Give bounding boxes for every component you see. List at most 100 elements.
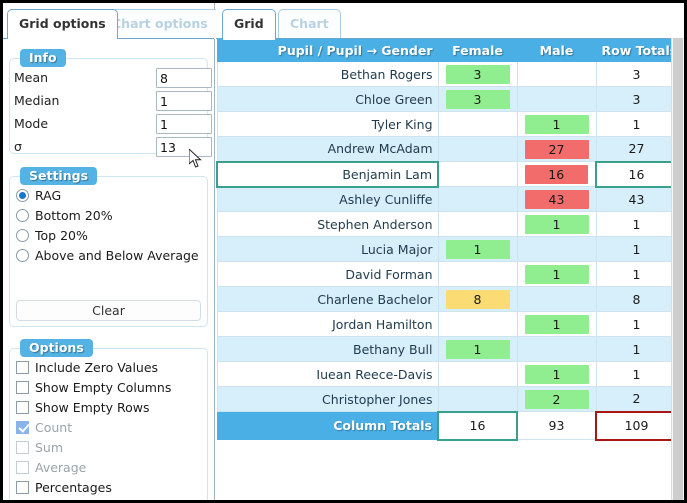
radio-above-below-average[interactable]: Above and Below Average bbox=[10, 245, 207, 265]
cell-row-total[interactable]: 1 bbox=[595, 261, 678, 287]
settings-clear-button[interactable]: Clear bbox=[16, 300, 201, 321]
cell-female[interactable]: 1 bbox=[437, 336, 518, 362]
cell-pupil-name[interactable]: Bethan Rogers bbox=[216, 61, 439, 87]
cell-male[interactable] bbox=[516, 61, 597, 87]
radio-bottom-20-icon[interactable] bbox=[16, 208, 29, 222]
cell-pupil-name[interactable]: Ashley Cunliffe bbox=[216, 186, 439, 212]
cell-row-total[interactable]: 1 bbox=[595, 361, 678, 387]
cell-row-total[interactable]: 3 bbox=[595, 61, 678, 87]
cell-female[interactable]: 3 bbox=[437, 61, 518, 87]
checkbox-show-empty-rows[interactable]: Show Empty Rows bbox=[10, 397, 207, 417]
cell-male[interactable]: 43 bbox=[516, 186, 597, 212]
grid-scrollbar-thumb[interactable] bbox=[673, 38, 683, 500]
cell-male[interactable]: 1 bbox=[516, 261, 597, 287]
checkbox-include-zero-values-icon[interactable] bbox=[16, 360, 29, 374]
median-input[interactable] bbox=[156, 91, 212, 111]
cell-female[interactable] bbox=[437, 111, 518, 137]
column-header-male[interactable]: Male bbox=[516, 39, 597, 62]
tab-grid[interactable]: Grid bbox=[222, 9, 276, 40]
checkbox-show-empty-rows-icon[interactable] bbox=[16, 400, 29, 414]
cell-female[interactable] bbox=[437, 386, 518, 412]
table-row: Andrew McAdam 27 27 bbox=[216, 136, 678, 162]
info-row-median: Median bbox=[10, 90, 212, 113]
cell-pupil-name[interactable]: Charlene Bachelor bbox=[216, 286, 439, 312]
cell-row-total[interactable]: 27 bbox=[595, 136, 678, 162]
cell-pupil-name[interactable]: Tyler King bbox=[216, 111, 439, 137]
cell-male[interactable]: 27 bbox=[516, 136, 597, 162]
checkbox-sum-label: Sum bbox=[35, 439, 64, 455]
cell-male[interactable]: 1 bbox=[516, 211, 597, 237]
checkbox-show-empty-rows-label: Show Empty Rows bbox=[35, 399, 150, 415]
tab-grid-options[interactable]: Grid options bbox=[7, 9, 118, 40]
cell-male[interactable]: 1 bbox=[516, 111, 597, 137]
mode-input[interactable] bbox=[156, 114, 212, 134]
mean-input[interactable] bbox=[156, 68, 212, 88]
cell-female[interactable] bbox=[437, 136, 518, 162]
table-row: Benjamin Lam 16 16 bbox=[216, 160, 678, 188]
cell-row-total[interactable]: 1 bbox=[595, 211, 678, 237]
cell-male[interactable]: 2 bbox=[516, 386, 597, 412]
cell-row-total[interactable]: 1 bbox=[595, 336, 678, 362]
cell-female[interactable] bbox=[437, 161, 518, 187]
radio-bottom-20[interactable]: Bottom 20% bbox=[10, 205, 207, 225]
cell-row-total[interactable]: 2 bbox=[595, 386, 678, 412]
checkbox-show-empty-columns-icon[interactable] bbox=[16, 380, 29, 394]
cell-pupil-name[interactable]: Andrew McAdam bbox=[216, 136, 439, 162]
cell-row-total[interactable]: 1 bbox=[595, 236, 678, 262]
column-header-row-totals[interactable]: Row Totals bbox=[595, 39, 678, 62]
cell-pupil-name[interactable]: Iuean Reece-Davis bbox=[216, 361, 439, 387]
cell-male[interactable]: 1 bbox=[516, 361, 597, 387]
checkbox-include-zero-values[interactable]: Include Zero Values bbox=[10, 357, 207, 377]
cell-pupil-name[interactable]: Lucia Major bbox=[216, 236, 439, 262]
column-header-female[interactable]: Female bbox=[437, 39, 518, 62]
cell-pupil-name[interactable]: Stephen Anderson bbox=[216, 211, 439, 237]
checkbox-percentages[interactable]: Percentages bbox=[10, 477, 207, 497]
table-row: Stephen Anderson 1 1 bbox=[216, 211, 678, 237]
tab-chart[interactable]: Chart bbox=[278, 9, 341, 39]
cell-male[interactable]: 16 bbox=[516, 161, 597, 187]
cell-row-total[interactable]: 16 bbox=[595, 160, 678, 188]
cell-row-total[interactable]: 43 bbox=[595, 186, 678, 212]
cell-female[interactable] bbox=[437, 186, 518, 212]
column-header-pupil[interactable]: Pupil / Pupil → Gender bbox=[216, 39, 439, 62]
cell-row-total[interactable]: 3 bbox=[595, 86, 678, 112]
cell-row-total[interactable]: 8 bbox=[595, 286, 678, 312]
column-total-female[interactable]: 16 bbox=[437, 410, 518, 441]
cell-pupil-name[interactable]: Bethany Bull bbox=[216, 336, 439, 362]
cell-pupil-name[interactable]: David Forman bbox=[216, 261, 439, 287]
cell-female[interactable]: 1 bbox=[437, 236, 518, 262]
checkbox-show-empty-columns[interactable]: Show Empty Columns bbox=[10, 377, 207, 397]
radio-rag[interactable]: RAG bbox=[10, 185, 207, 205]
cell-pupil-name[interactable]: Christopher Jones bbox=[216, 386, 439, 412]
grand-total[interactable]: 109 bbox=[595, 410, 678, 441]
cell-male[interactable] bbox=[516, 286, 597, 312]
cell-row-total[interactable]: 1 bbox=[595, 311, 678, 337]
cell-female[interactable] bbox=[437, 311, 518, 337]
grid-vertical-scrollbar[interactable] bbox=[671, 38, 684, 500]
cell-female[interactable]: 8 bbox=[437, 286, 518, 312]
cell-pupil-name[interactable]: Benjamin Lam bbox=[216, 160, 439, 188]
checkbox-percentages-icon[interactable] bbox=[16, 480, 29, 494]
cell-female[interactable] bbox=[437, 261, 518, 287]
cell-male[interactable] bbox=[516, 336, 597, 362]
radio-top-20-icon[interactable] bbox=[16, 228, 29, 242]
cell-female[interactable]: 3 bbox=[437, 86, 518, 112]
radio-above-below-average-icon[interactable] bbox=[16, 248, 29, 262]
radio-top-20[interactable]: Top 20% bbox=[10, 225, 207, 245]
cell-pupil-name[interactable]: Chloe Green bbox=[216, 86, 439, 112]
cell-female[interactable] bbox=[437, 211, 518, 237]
cell-male[interactable] bbox=[516, 86, 597, 112]
cell-male[interactable] bbox=[516, 236, 597, 262]
cell-male[interactable]: 1 bbox=[516, 311, 597, 337]
options-group: Options Include Zero Values Show Empty C… bbox=[9, 339, 208, 500]
cell-row-total[interactable]: 1 bbox=[595, 111, 678, 137]
radio-rag-icon[interactable] bbox=[16, 188, 29, 202]
grid-scroll-area[interactable]: Pupil / Pupil → Gender Female Male Row T… bbox=[216, 38, 684, 500]
rag-chip-red: 43 bbox=[524, 189, 589, 209]
cell-pupil-name[interactable]: Jordan Hamilton bbox=[216, 311, 439, 337]
sigma-input[interactable] bbox=[156, 137, 212, 157]
column-total-male[interactable]: 93 bbox=[516, 411, 597, 440]
tab-chart-options[interactable]: Chart options bbox=[100, 9, 220, 39]
cell-female[interactable] bbox=[437, 361, 518, 387]
table-body: Bethan Rogers 3 3 Chloe Green 3 3 Tyler King 1 1… bbox=[216, 61, 678, 412]
